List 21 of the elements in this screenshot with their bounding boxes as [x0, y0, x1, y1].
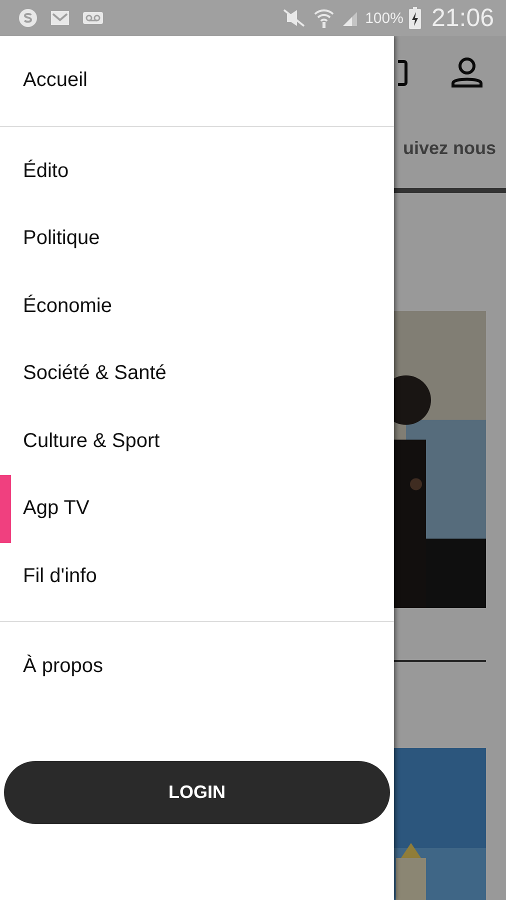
login-button[interactable]: LOGIN: [4, 760, 390, 824]
skype-icon: [18, 8, 38, 28]
menu-item[interactable]: Édito: [0, 138, 394, 205]
wifi-icon: [313, 7, 336, 29]
mute-icon: [281, 8, 308, 28]
tab-label[interactable]: uivez nous: [402, 138, 496, 158]
user-icon[interactable]: [450, 55, 484, 89]
menu-item[interactable]: Politique: [0, 205, 394, 272]
menu-item[interactable]: Société & Santé: [0, 340, 394, 408]
menu-item[interactable]: À propos: [0, 633, 394, 700]
clock: 21:06: [431, 4, 494, 32]
menu-item[interactable]: Agp TV: [0, 475, 394, 542]
menu-item[interactable]: Économie: [0, 272, 394, 340]
menu-item[interactable]: Fil d'info: [0, 542, 394, 610]
voicemail-icon: [82, 11, 104, 25]
menu-item[interactable]: Culture & Sport: [0, 408, 394, 475]
battery-percent: 100%: [365, 10, 404, 26]
bookmark-icon[interactable]: [398, 57, 408, 87]
menu-item[interactable]: Accueil: [0, 47, 394, 114]
mail-icon: [50, 10, 70, 26]
battery-charging-icon: [409, 7, 422, 29]
